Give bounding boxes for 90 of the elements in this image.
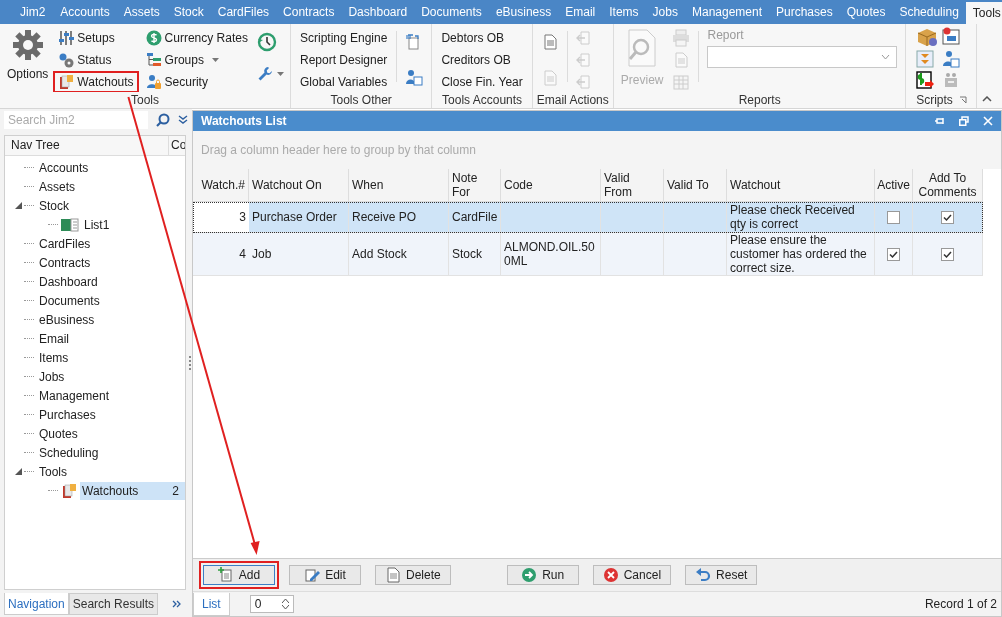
ribbon-tab[interactable]: Scheduling xyxy=(892,0,966,24)
table-cell-text: Please check Received qty is correct xyxy=(730,203,856,231)
tree-item[interactable]: Purchases xyxy=(37,405,98,424)
ribbon-tab[interactable]: Purchases xyxy=(769,0,840,24)
tree-item[interactable]: Jobs xyxy=(37,367,67,386)
group-label: Tools Other xyxy=(330,93,392,107)
tree-item[interactable]: Dashboard xyxy=(37,272,100,291)
tree-item[interactable]: Watchouts xyxy=(80,481,173,500)
tree-item[interactable]: Management xyxy=(37,386,112,405)
ribbon-tab[interactable]: eBusiness xyxy=(488,0,559,24)
record-counter: Record 1 of 2 xyxy=(924,597,998,611)
column-header[interactable]: Watchout On xyxy=(249,169,349,201)
number-spinner[interactable]: 0 xyxy=(249,595,294,613)
ribbon-tab[interactable]: Dashboard xyxy=(341,0,415,24)
table-row[interactable]: 3 Purchase Order Receive PO CardFile Please check Received qty is correct xyxy=(193,202,983,233)
tree-item[interactable]: Assets xyxy=(37,177,77,196)
column-header[interactable]: When xyxy=(349,169,449,201)
search-field[interactable]: Search Jim2 xyxy=(4,111,148,129)
ribbon-tab[interactable]: Documents xyxy=(414,0,489,24)
table-cell: Job xyxy=(252,247,272,261)
tree-item[interactable]: Documents xyxy=(37,291,102,310)
ribbon-tab[interactable]: Management xyxy=(684,0,769,24)
group-label: Reports xyxy=(738,93,781,107)
table-cell: 4 xyxy=(239,247,246,261)
tree-item[interactable]: CardFiles xyxy=(37,234,93,253)
ribbon-tab[interactable]: Accounts xyxy=(53,0,117,24)
panel-tab[interactable]: Search Results xyxy=(68,593,159,615)
group-label: Email Actions xyxy=(536,93,609,107)
table-cell: Receive PO xyxy=(352,210,417,224)
ribbon-button[interactable]: Status xyxy=(53,49,139,71)
column-header[interactable]: Nav Tree xyxy=(5,136,169,155)
ribbon-button[interactable]: Groups xyxy=(140,49,253,71)
ribbon-tab[interactable]: Assets xyxy=(116,0,167,24)
add-button[interactable]: Add xyxy=(199,561,279,589)
group-by-hint: Drag a column header here to group by that column xyxy=(201,143,476,157)
column-header[interactable]: Active xyxy=(875,169,913,201)
ribbon-button[interactable]: Close Fin. Year xyxy=(436,71,528,92)
item-count: 2 xyxy=(172,481,185,500)
ribbon-tab[interactable]: CardFiles xyxy=(210,0,277,24)
group-label: Scripts xyxy=(916,93,953,107)
ribbon-button[interactable]: Watchouts xyxy=(53,71,139,92)
table-row[interactable]: 4 Job Add Stock Stock ALMOND.OIL.500ML Please ensure the customer has ordered the correct size. xyxy=(193,233,983,276)
panel-tab[interactable]: Navigation xyxy=(4,593,69,615)
tree-item[interactable]: Email xyxy=(37,329,71,348)
ribbon-button[interactable]: Currency Rates xyxy=(140,27,253,49)
ribbon-tab[interactable]: Quotes xyxy=(839,0,893,24)
ribbon-button[interactable]: Scripting Engine xyxy=(295,27,393,49)
ribbon-button[interactable]: Global Variables xyxy=(295,71,393,92)
ribbon-tab[interactable]: Stock xyxy=(166,0,211,24)
group-label: Tools Accounts xyxy=(442,93,523,107)
column-header[interactable]: Add To Comments xyxy=(913,169,983,201)
column-header[interactable]: Watch.# xyxy=(193,169,249,201)
table-cell: CardFile xyxy=(452,210,498,224)
ribbon-tab[interactable]: Jobs xyxy=(645,0,685,24)
tree-item[interactable]: Quotes xyxy=(37,424,80,443)
tree-item[interactable]: Contracts xyxy=(37,253,93,272)
table-cell: Purchase Order xyxy=(252,210,337,224)
ribbon-button[interactable]: Setups xyxy=(53,27,139,49)
tree-item[interactable]: Stock xyxy=(37,196,71,215)
group-label: Tools xyxy=(131,93,159,107)
column-header[interactable]: Note For xyxy=(449,169,501,201)
tree-item[interactable]: List1 xyxy=(82,215,112,234)
field-label: Report xyxy=(707,27,745,43)
column-header[interactable]: Code xyxy=(501,169,601,201)
ribbon-tab[interactable]: Email xyxy=(558,0,603,24)
ribbon-button[interactable]: Creditors OB xyxy=(436,49,528,71)
table-cell: Add Stock xyxy=(352,247,407,261)
ribbon-button[interactable]: Security xyxy=(140,71,253,92)
table-cell: Stock xyxy=(452,247,482,261)
tree-item[interactable]: Items xyxy=(37,348,71,367)
column-header[interactable]: Valid To xyxy=(664,169,727,201)
column-header[interactable]: Valid From xyxy=(601,169,664,201)
tree-item[interactable]: Tools xyxy=(37,462,69,481)
table-cell: 3 xyxy=(239,210,246,224)
ribbon-button[interactable]: Options xyxy=(4,27,52,81)
ribbon-button[interactable]: Debtors OB xyxy=(436,27,528,49)
tree-item[interactable]: Scheduling xyxy=(37,443,101,462)
column-header[interactable]: Watchout xyxy=(727,169,875,201)
ribbon-button[interactable]: Report Designer xyxy=(295,49,393,71)
column-header[interactable]: Co xyxy=(169,136,185,155)
view-tab[interactable]: List xyxy=(193,592,230,616)
tree-item[interactable]: Accounts xyxy=(37,158,91,177)
app-menu-button[interactable]: Jim2 xyxy=(0,0,46,24)
table-cell-text: ALMOND.OIL.500ML xyxy=(504,240,596,268)
ribbon-tab[interactable]: Contracts xyxy=(276,0,342,24)
tree-item[interactable]: eBusiness xyxy=(37,310,97,329)
ribbon-tab[interactable]: Items xyxy=(602,0,646,24)
ribbon-tab[interactable]: Tools xyxy=(965,2,1002,24)
table-cell-text: Please ensure the customer has ordered the correct size. xyxy=(730,233,868,275)
panel-title: Watchouts List xyxy=(201,114,287,128)
